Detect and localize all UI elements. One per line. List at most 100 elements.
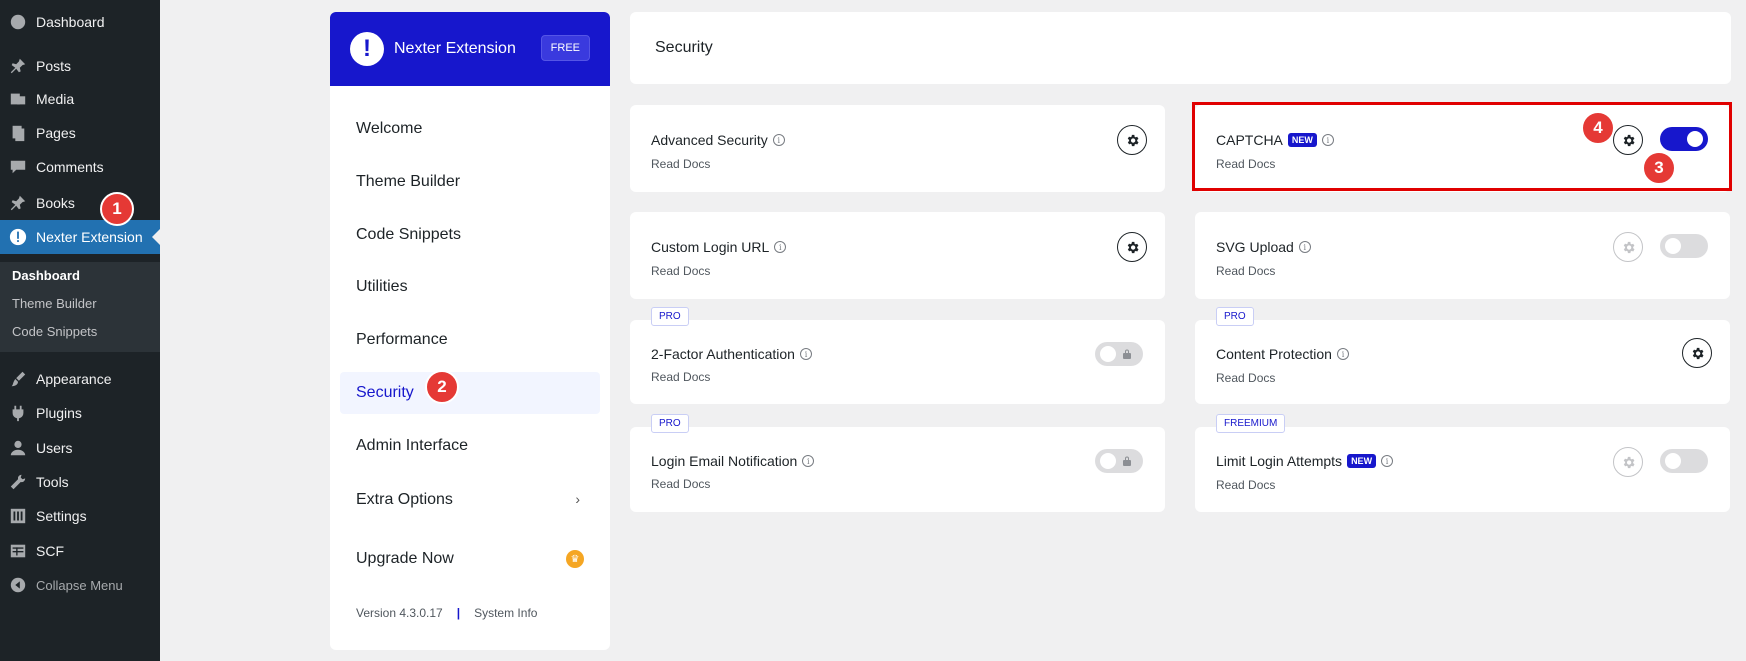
info-icon[interactable]: i bbox=[1336, 348, 1349, 360]
wp-admin-sidebar: Dashboard Posts Media Pages Comments Boo… bbox=[0, 0, 160, 661]
info-icon[interactable]: i bbox=[772, 134, 785, 146]
menu-collapse[interactable]: Collapse Menu bbox=[0, 568, 160, 602]
menu-posts[interactable]: Posts bbox=[0, 49, 160, 83]
card-title-text: Login Email Notification bbox=[651, 453, 798, 469]
card-title-text: Content Protection bbox=[1216, 346, 1332, 362]
system-info-link[interactable]: System Info bbox=[474, 606, 537, 620]
read-docs-link[interactable]: Read Docs bbox=[651, 264, 710, 278]
read-docs-link[interactable]: Read Docs bbox=[651, 157, 710, 171]
info-icon[interactable]: i bbox=[799, 348, 812, 360]
step-marker-1: 1 bbox=[100, 192, 134, 226]
nav-admin-interface-label: Admin Interface bbox=[356, 437, 469, 454]
read-docs-link[interactable]: Read Docs bbox=[1216, 264, 1275, 278]
two-factor-locked-toggle[interactable] bbox=[1095, 342, 1143, 366]
info-icon[interactable]: i bbox=[1381, 455, 1394, 467]
read-docs-link[interactable]: Read Docs bbox=[1216, 478, 1275, 492]
card-advanced-security: Advanced Security i Read Docs bbox=[630, 105, 1165, 192]
nav-security-label: Security bbox=[356, 384, 414, 401]
nav-performance[interactable]: Performance bbox=[340, 319, 600, 361]
menu-plugins[interactable]: Plugins bbox=[0, 396, 160, 430]
nav-code-snippets[interactable]: Code Snippets bbox=[340, 214, 600, 256]
submenu-theme-builder[interactable]: Theme Builder bbox=[12, 296, 97, 311]
menu-settings-label: Settings bbox=[36, 508, 87, 524]
menu-posts-label: Posts bbox=[36, 58, 72, 74]
menu-tools-label: Tools bbox=[36, 474, 69, 490]
card-title-text: Limit Login Attempts bbox=[1216, 453, 1343, 469]
menu-tools[interactable]: Tools bbox=[0, 465, 160, 499]
new-badge: NEW bbox=[1287, 133, 1317, 147]
menu-dashboard-label: Dashboard bbox=[36, 14, 105, 30]
nav-welcome-label: Welcome bbox=[356, 120, 423, 137]
settings-gear-button[interactable] bbox=[1117, 125, 1147, 155]
sliders-icon bbox=[8, 506, 28, 526]
settings-gear-button[interactable] bbox=[1682, 338, 1712, 368]
nav-upgrade-now[interactable]: Upgrade Now ♛ bbox=[340, 538, 600, 580]
menu-users-label: Users bbox=[36, 440, 73, 456]
gear-icon bbox=[1623, 241, 1634, 253]
login-email-locked-toggle[interactable] bbox=[1095, 449, 1143, 473]
settings-gear-button[interactable] bbox=[1613, 447, 1643, 477]
menu-scf[interactable]: SCF bbox=[0, 534, 160, 568]
nav-extra-options-label: Extra Options bbox=[356, 491, 453, 508]
plug-icon bbox=[8, 403, 28, 423]
menu-media[interactable]: Media bbox=[0, 82, 160, 116]
lock-icon bbox=[1121, 454, 1135, 468]
card-limit-login-attempts: FREEMIUM Limit Login Attempts NEW i Read… bbox=[1195, 414, 1730, 512]
svg-upload-toggle[interactable] bbox=[1660, 234, 1708, 258]
read-docs-link[interactable]: Read Docs bbox=[651, 370, 710, 384]
gear-icon bbox=[1623, 134, 1634, 146]
info-icon[interactable]: i bbox=[1298, 241, 1311, 253]
card-title: Limit Login Attempts NEW i bbox=[1216, 453, 1394, 469]
submenu-code-snippets[interactable]: Code Snippets bbox=[12, 324, 97, 339]
info-icon[interactable]: i bbox=[1321, 134, 1334, 146]
info-icon[interactable]: i bbox=[802, 455, 815, 467]
nav-security[interactable]: Security bbox=[340, 372, 600, 414]
read-docs-link[interactable]: Read Docs bbox=[651, 477, 710, 491]
nexter-footer: Version 4.3.0.17 | System Info bbox=[356, 606, 537, 620]
crown-icon: ♛ bbox=[566, 550, 584, 568]
menu-comments[interactable]: Comments bbox=[0, 150, 160, 184]
nav-theme-builder[interactable]: Theme Builder bbox=[340, 161, 600, 203]
toggle-knob bbox=[1100, 453, 1116, 469]
menu-users[interactable]: Users bbox=[0, 431, 160, 465]
gear-icon bbox=[1127, 241, 1138, 253]
nav-admin-interface[interactable]: Admin Interface bbox=[340, 425, 600, 467]
menu-appearance[interactable]: Appearance bbox=[0, 362, 160, 396]
nav-welcome[interactable]: Welcome bbox=[340, 108, 600, 150]
menu-dashboard[interactable]: Dashboard bbox=[0, 5, 160, 39]
nav-theme-builder-label: Theme Builder bbox=[356, 173, 461, 190]
menu-books[interactable]: Books bbox=[0, 186, 160, 220]
nav-utilities-label: Utilities bbox=[356, 278, 408, 295]
settings-gear-button[interactable] bbox=[1117, 232, 1147, 262]
table-icon bbox=[8, 541, 28, 561]
card-login-email-notification: PRO Login Email Notification i Read Docs bbox=[630, 414, 1165, 512]
pro-badge: PRO bbox=[651, 414, 689, 433]
card-title-text: Custom Login URL bbox=[651, 239, 770, 255]
submenu-dashboard[interactable]: Dashboard bbox=[12, 268, 80, 283]
pages-icon bbox=[8, 123, 28, 143]
menu-settings[interactable]: Settings bbox=[0, 499, 160, 533]
wrench-icon bbox=[8, 472, 28, 492]
pro-badge: PRO bbox=[651, 307, 689, 326]
read-docs-link[interactable]: Read Docs bbox=[1216, 371, 1275, 385]
limit-login-toggle[interactable] bbox=[1660, 449, 1708, 473]
pin-icon bbox=[8, 56, 28, 76]
captcha-toggle[interactable] bbox=[1660, 127, 1708, 151]
nav-utilities[interactable]: Utilities bbox=[340, 266, 600, 308]
read-docs-link[interactable]: Read Docs bbox=[1216, 157, 1275, 171]
pro-badge: PRO bbox=[1216, 307, 1254, 326]
chevron-right-icon: › bbox=[575, 491, 580, 507]
menu-pages[interactable]: Pages bbox=[0, 116, 160, 150]
nav-extra-options[interactable]: Extra Options › bbox=[340, 479, 600, 521]
toggle-knob bbox=[1665, 453, 1681, 469]
toggle-knob bbox=[1100, 346, 1116, 362]
menu-comments-label: Comments bbox=[36, 159, 104, 175]
info-icon[interactable]: i bbox=[774, 241, 787, 253]
card-title: Login Email Notification i bbox=[651, 453, 815, 469]
settings-gear-button[interactable] bbox=[1613, 232, 1643, 262]
captcha-settings-gear-button[interactable] bbox=[1613, 125, 1643, 155]
toggle-knob bbox=[1665, 238, 1681, 254]
version-text: Version 4.3.0.17 bbox=[356, 606, 443, 620]
nav-upgrade-now-label: Upgrade Now bbox=[356, 550, 454, 567]
menu-nexter-extension[interactable]: Nexter Extension bbox=[0, 220, 160, 254]
